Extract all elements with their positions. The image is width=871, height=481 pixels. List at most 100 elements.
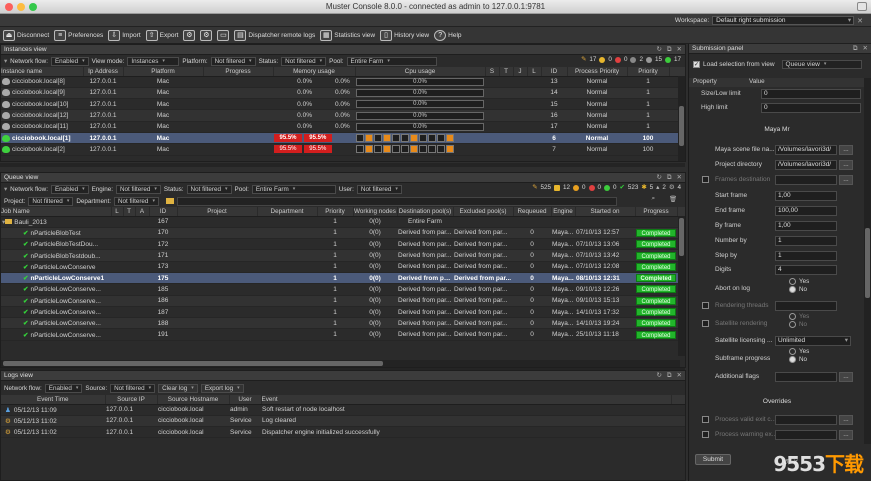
col-l[interactable]: L (111, 207, 124, 217)
satellite-licensing-select[interactable]: Unlimited ▾ (775, 335, 851, 346)
reload-icon[interactable]: ↻ (656, 371, 661, 381)
col-progress[interactable]: Progress (635, 207, 678, 217)
job-row[interactable]: ✔ nParticleLowConserve... 188 1 0(0) Deri… (1, 317, 685, 330)
browse-scene-button[interactable]: ... (839, 144, 853, 155)
log-row[interactable]: ♟ 05/12/13 11:09 127.0.0.1 cicciobook.loc… (1, 404, 685, 416)
view-mode-select[interactable]: Instances (127, 56, 180, 66)
process-exit-field[interactable] (775, 414, 837, 425)
disconnect-button[interactable]: ⏏ Disconnect (3, 29, 49, 41)
export-log-button[interactable]: Export log (200, 383, 244, 393)
instance-row[interactable]: cicciobook.local[2] 127.0.0.1 Mac 95.5% … (1, 143, 685, 156)
status-select[interactable]: Not filtered (281, 56, 327, 66)
col-id[interactable]: ID (541, 67, 568, 77)
col-ip-address[interactable]: Ip Address (83, 67, 124, 77)
col-l[interactable]: L (527, 67, 542, 77)
submission-scrollbar[interactable] (864, 78, 871, 444)
network-flow-select[interactable]: Enabled (50, 56, 89, 66)
process-exit-checkbox[interactable] (702, 416, 709, 423)
col-project[interactable]: Project (177, 207, 258, 217)
statistics-view-button[interactable]: ▦ Statistics view (320, 29, 375, 41)
splitter-1[interactable] (0, 163, 685, 167)
col-engine[interactable]: Engine (551, 207, 576, 217)
satellite-rendering-checkbox[interactable] (702, 320, 709, 327)
monitor-button[interactable]: ▭ (217, 29, 230, 41)
edit-warning-codes-button[interactable]: ... (839, 429, 853, 440)
edit-exit-codes-button[interactable]: ... (839, 414, 853, 425)
col-j[interactable]: J (513, 67, 528, 77)
minimize-window-button[interactable] (17, 3, 25, 11)
close-window-button[interactable] (5, 3, 13, 11)
expand-filter-icon[interactable]: ▾ (4, 186, 7, 193)
subframe-progress-radio[interactable]: Yes No (789, 348, 809, 363)
job-row[interactable]: ✔ nParticleLowConserve... 191 1 0(0) Deri… (1, 328, 685, 341)
col-id[interactable]: ID (149, 207, 178, 217)
instances-scrollbar[interactable] (678, 76, 685, 161)
clear-log-button[interactable]: Clear log (158, 383, 198, 393)
col-cpu-usage[interactable]: Cpu usage (355, 67, 486, 77)
job-row[interactable]: ✔ nParticleLowConserve 173 1 0(0) Derived… (1, 261, 685, 273)
col-started-on[interactable]: Started on (575, 207, 636, 217)
pool-select[interactable]: Entire Farm (251, 184, 336, 194)
search-input[interactable] (176, 196, 617, 206)
close-icon[interactable]: ✕ (677, 173, 682, 183)
instance-row[interactable]: cicciobook.local[12] 127.0.0.1 Mac 0.0% … (1, 109, 685, 122)
close-icon[interactable]: ✕ (677, 371, 682, 381)
col-requeued[interactable]: Requeued (513, 207, 552, 217)
instance-row[interactable]: cicciobook.local[8] 127.0.0.1 Mac 0.0% 0… (1, 76, 685, 88)
settings-button[interactable]: ⚙ (200, 29, 213, 41)
workspace-select[interactable]: Default right submission ▾ (712, 16, 855, 25)
col-user[interactable]: User (229, 395, 262, 405)
col-destination-pools[interactable]: Destination pool(s) (397, 207, 454, 217)
job-row[interactable]: ✔ nParticleLowConserve... 185 1 0(0) Deri… (1, 283, 685, 296)
satellite-yes-radio[interactable]: Yes (789, 313, 809, 320)
col-progress[interactable]: Progress (203, 67, 274, 77)
float-icon[interactable]: ⧉ (667, 45, 672, 55)
browse-destination-button[interactable]: ... (839, 174, 853, 185)
load-selection-checkbox[interactable]: ✓ (693, 61, 700, 68)
high-limit-field[interactable]: 0 (761, 102, 861, 113)
queue-horizontal-scrollbar[interactable] (1, 360, 680, 367)
source-select[interactable]: Not filtered (110, 383, 156, 393)
satellite-rendering-radio[interactable]: Yes No (789, 313, 809, 328)
col-t[interactable]: T (499, 67, 514, 77)
log-row[interactable]: ⚙ 05/12/13 11:02 127.0.0.1 cicciobook.loc… (1, 426, 685, 439)
network-flow-select[interactable]: Enabled (44, 383, 83, 393)
history-view-button[interactable]: ▯ History view (380, 29, 429, 41)
folder-icon[interactable] (165, 198, 174, 204)
reload-icon[interactable]: ↻ (656, 173, 661, 183)
col-priority[interactable]: Priority (317, 207, 354, 217)
satellite-no-radio[interactable]: No (789, 321, 809, 328)
platform-select[interactable]: Not filtered (210, 56, 256, 66)
abort-no-radio[interactable]: No (789, 286, 809, 293)
start-frame-field[interactable]: 1,00 (775, 190, 837, 201)
close-icon[interactable]: ✕ (677, 45, 682, 55)
step-by-field[interactable]: 1 (775, 250, 837, 261)
number-by-field[interactable]: 1 (775, 235, 837, 246)
col-s[interactable]: S (485, 67, 500, 77)
size-low-limit-field[interactable]: 0 (761, 88, 861, 99)
dispatcher-logs-button[interactable]: ▤ Dispatcher remote logs (234, 29, 315, 41)
workspace-close-icon[interactable]: ✕ (857, 17, 863, 25)
col-platform[interactable]: Platform (123, 67, 204, 77)
reload-icon[interactable]: ↻ (656, 45, 661, 55)
pool-select[interactable]: Entire Farm (346, 56, 437, 66)
job-row[interactable]: ✔ nParticleLowConserve... 186 1 0(0) Deri… (1, 295, 685, 307)
col-source-ip[interactable]: Source IP (105, 395, 158, 405)
subframe-no-radio[interactable]: No (789, 356, 809, 363)
edit-flags-button[interactable]: ... (839, 371, 853, 382)
project-dir-field[interactable]: /Volumes/lavori3d/ (775, 159, 837, 170)
col-a[interactable]: A (135, 207, 150, 217)
col-instance-name[interactable]: Instance name (1, 67, 84, 77)
end-frame-field[interactable]: 100,00 (775, 205, 837, 216)
by-frame-field[interactable]: 1,00 (775, 220, 837, 231)
status-select[interactable]: Not filtered (186, 184, 232, 194)
project-select[interactable]: Not filtered (28, 196, 74, 206)
user-select[interactable]: Not filtered (356, 184, 402, 194)
browse-project-button[interactable]: ... (839, 159, 853, 170)
abort-yes-radio[interactable]: Yes (789, 278, 809, 285)
instance-row[interactable]: cicciobook.local[10] 127.0.0.1 Mac 0.0% … (1, 98, 685, 111)
zoom-window-button[interactable] (29, 3, 37, 11)
col-source-hostname[interactable]: Source Hostname (157, 395, 230, 405)
instance-row-selected[interactable]: cicciobook.local[1] 127.0.0.1 Mac 95.5% … (1, 132, 685, 145)
expand-filter-icon[interactable]: ▾ (4, 58, 7, 65)
